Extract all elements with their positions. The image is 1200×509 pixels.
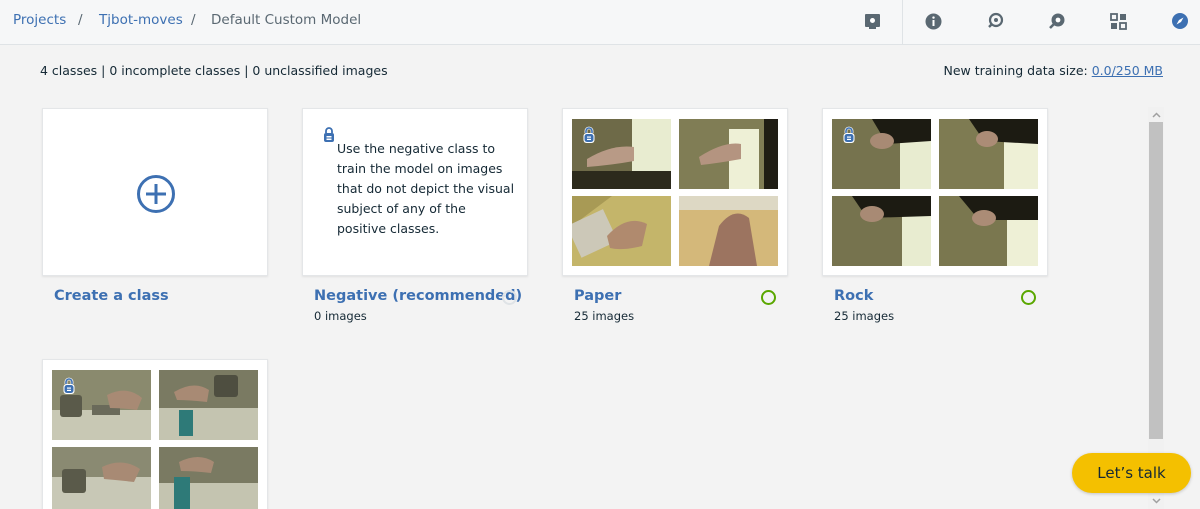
thumbnail-image[interactable] bbox=[52, 447, 151, 509]
thumbnail-image[interactable] bbox=[939, 196, 1038, 266]
train-icon[interactable] bbox=[1047, 11, 1067, 31]
top-bar: Projects / Tjbot-moves / Default Custom … bbox=[0, 0, 1200, 45]
rock-class-title[interactable]: Rock bbox=[834, 288, 873, 304]
scroll-down-arrow-icon[interactable] bbox=[1148, 493, 1164, 509]
dataset-icon[interactable] bbox=[862, 11, 882, 31]
class-summary: 4 classes | 0 incomplete classes | 0 unc… bbox=[40, 63, 388, 78]
test-icon[interactable] bbox=[985, 11, 1005, 31]
status-indicator bbox=[502, 290, 517, 305]
breadcrumb-separator: / bbox=[78, 12, 83, 28]
breadcrumb-project[interactable]: Tjbot-moves bbox=[99, 12, 183, 28]
breadcrumb-separator: / bbox=[191, 12, 196, 28]
rock-class-card[interactable] bbox=[822, 108, 1048, 276]
grid-icon[interactable] bbox=[1108, 11, 1128, 31]
thumbnail-grid bbox=[832, 119, 1039, 267]
paper-class-title[interactable]: Paper bbox=[574, 288, 621, 304]
breadcrumb-projects[interactable]: Projects bbox=[13, 12, 66, 28]
add-icon[interactable] bbox=[136, 174, 176, 214]
lets-talk-button[interactable]: Let’s talk bbox=[1072, 453, 1191, 493]
thumbnail-image[interactable] bbox=[679, 196, 778, 266]
lock-icon bbox=[583, 126, 595, 143]
create-class-card[interactable] bbox=[42, 108, 268, 276]
compass-icon[interactable] bbox=[1170, 11, 1190, 31]
training-data-size-label: New training data size: bbox=[943, 63, 1092, 78]
toolbar-divider bbox=[902, 0, 903, 45]
paper-class-card[interactable] bbox=[562, 108, 788, 276]
lock-icon bbox=[63, 377, 75, 394]
status-indicator bbox=[761, 290, 776, 305]
thumbnail-image[interactable] bbox=[939, 119, 1038, 189]
thumbnail-grid bbox=[572, 119, 779, 267]
lock-icon bbox=[843, 126, 855, 143]
create-class-title[interactable]: Create a class bbox=[54, 288, 169, 304]
scroll-up-arrow-icon[interactable] bbox=[1148, 107, 1164, 123]
thumbnail-image[interactable] bbox=[832, 196, 931, 266]
thumbnail-image[interactable] bbox=[679, 119, 778, 189]
status-indicator bbox=[1021, 290, 1036, 305]
info-icon[interactable] bbox=[923, 11, 943, 31]
paper-class-count: 25 images bbox=[574, 309, 635, 323]
negative-class-title[interactable]: Negative (recommended) bbox=[314, 288, 522, 304]
negative-class-count: 0 images bbox=[314, 309, 367, 323]
negative-class-card[interactable]: Use the negative class to train the mode… bbox=[302, 108, 528, 276]
thumbnail-image[interactable] bbox=[159, 447, 258, 509]
training-data-size-link[interactable]: 0.0/250 MB bbox=[1092, 63, 1163, 78]
breadcrumb-current: Default Custom Model bbox=[211, 12, 362, 28]
thumbnail-grid bbox=[52, 370, 259, 509]
rock-class-count: 25 images bbox=[834, 309, 895, 323]
lock-icon bbox=[324, 127, 334, 142]
scrollbar-thumb[interactable] bbox=[1149, 122, 1163, 439]
negative-class-description: Use the negative class to train the mode… bbox=[337, 141, 515, 236]
class-card[interactable] bbox=[42, 359, 268, 509]
thumbnail-image[interactable] bbox=[159, 370, 258, 440]
thumbnail-image[interactable] bbox=[572, 196, 671, 266]
training-data-size: New training data size: 0.0/250 MB bbox=[944, 63, 1163, 78]
